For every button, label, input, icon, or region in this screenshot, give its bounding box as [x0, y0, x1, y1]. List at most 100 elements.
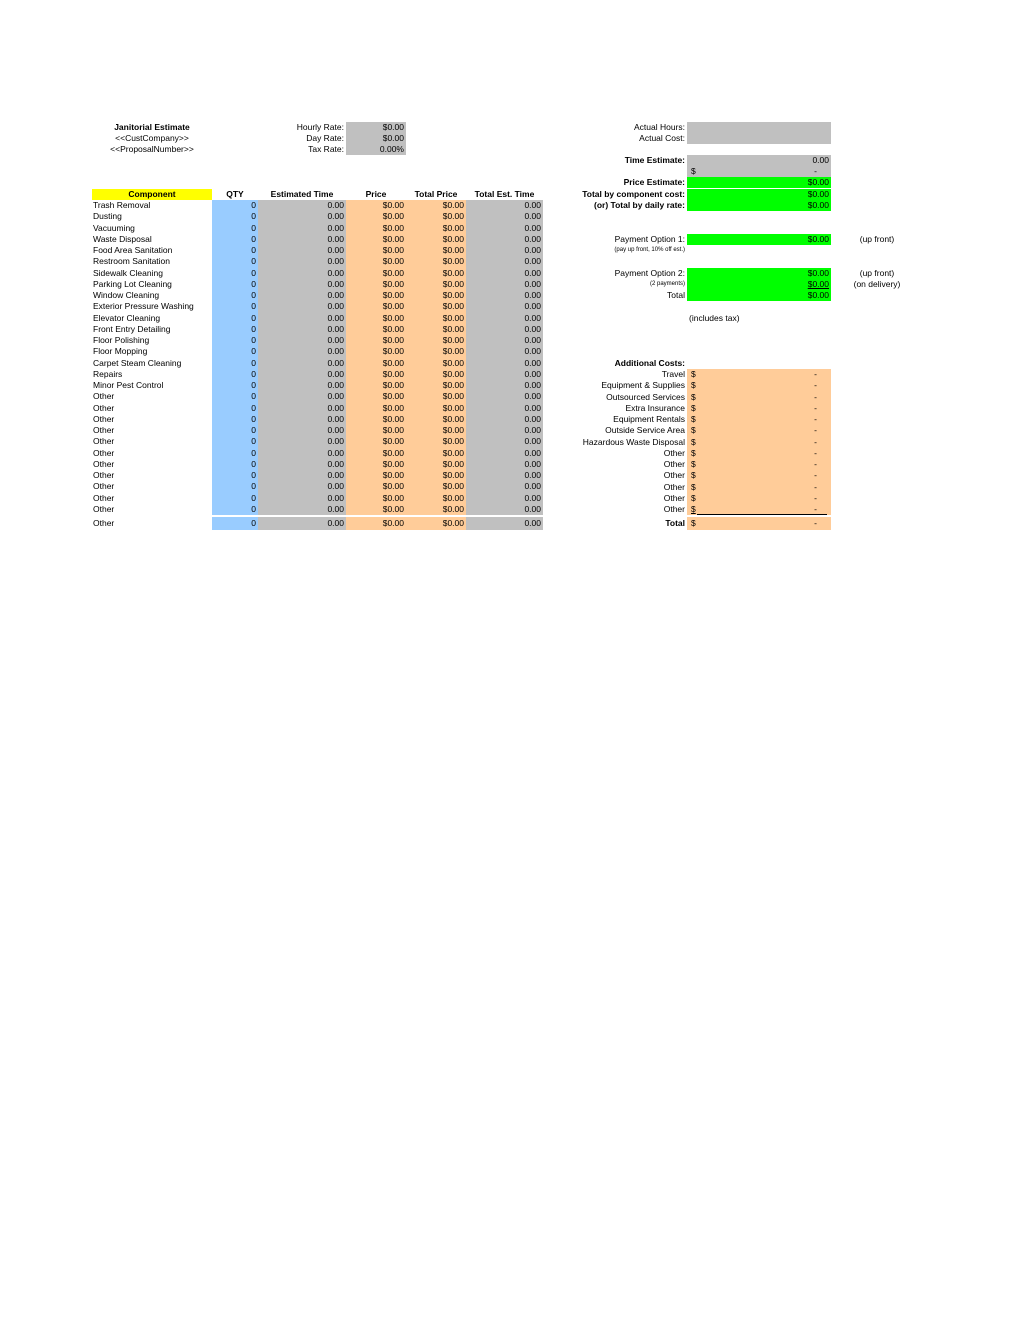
price[interactable]: $0.00	[346, 346, 406, 358]
price[interactable]: $0.00	[346, 368, 406, 380]
qty-input[interactable]: 0	[212, 267, 258, 279]
estimated-time[interactable]: 0.00	[258, 380, 346, 392]
additional-cost-input[interactable]: $ -	[687, 436, 831, 448]
qty-input[interactable]: 0	[212, 222, 258, 234]
additional-cost-input[interactable]: $ -	[687, 481, 831, 493]
additional-cost-input[interactable]: $ -	[687, 414, 831, 426]
additional-cost-input[interactable]: $ -	[687, 492, 831, 504]
additional-cost-input[interactable]: $ -	[687, 447, 831, 459]
additional-cost-input[interactable]: $ -	[687, 380, 831, 392]
qty-input[interactable]: 0	[212, 278, 258, 290]
day-rate-value[interactable]: $0.00	[346, 133, 406, 144]
price[interactable]: $0.00	[346, 323, 406, 335]
estimated-time[interactable]: 0.00	[258, 211, 346, 223]
estimated-time[interactable]: 0.00	[258, 323, 346, 335]
qty-input[interactable]: 0	[212, 335, 258, 347]
price[interactable]: $0.00	[346, 492, 406, 504]
price[interactable]: $0.00	[346, 200, 406, 212]
price[interactable]: $0.00	[346, 391, 406, 403]
additional-cost-input[interactable]: $ -	[687, 402, 831, 414]
qty-input[interactable]: 0	[212, 211, 258, 223]
qty-input[interactable]: 0	[212, 233, 258, 245]
qty-input[interactable]: 0	[212, 301, 258, 313]
price[interactable]: $0.00	[346, 256, 406, 268]
additional-cost-input[interactable]: $ -	[687, 470, 831, 482]
price[interactable]: $0.00	[346, 335, 406, 347]
qty-input[interactable]: 0	[212, 290, 258, 302]
price[interactable]: $0.00	[346, 516, 406, 530]
price[interactable]: $0.00	[346, 380, 406, 392]
additional-cost-input[interactable]: $ -	[687, 504, 831, 516]
qty-input[interactable]: 0	[212, 402, 258, 414]
qty-input[interactable]: 0	[212, 447, 258, 459]
price[interactable]: $0.00	[346, 436, 406, 448]
estimated-time[interactable]: 0.00	[258, 447, 346, 459]
qty-input[interactable]: 0	[212, 357, 258, 369]
qty-input[interactable]: 0	[212, 323, 258, 335]
qty-input[interactable]: 0	[212, 458, 258, 470]
price[interactable]: $0.00	[346, 425, 406, 437]
hourly-rate-value[interactable]: $0.00	[346, 122, 406, 133]
qty-input[interactable]: 0	[212, 368, 258, 380]
estimated-time[interactable]: 0.00	[258, 413, 346, 425]
qty-input[interactable]: 0	[212, 200, 258, 212]
qty-input[interactable]: 0	[212, 413, 258, 425]
estimated-time[interactable]: 0.00	[258, 458, 346, 470]
qty-input[interactable]: 0	[212, 470, 258, 482]
estimated-time[interactable]: 0.00	[258, 470, 346, 482]
qty-input[interactable]: 0	[212, 346, 258, 358]
estimated-time[interactable]: 0.00	[258, 357, 346, 369]
qty-input[interactable]: 0	[212, 516, 258, 530]
price[interactable]: $0.00	[346, 481, 406, 493]
price[interactable]: $0.00	[346, 245, 406, 257]
price[interactable]: $0.00	[346, 211, 406, 223]
additional-cost-input[interactable]: $ -	[687, 369, 831, 381]
qty-input[interactable]: 0	[212, 380, 258, 392]
estimated-time[interactable]: 0.00	[258, 503, 346, 515]
estimated-time[interactable]: 0.00	[258, 436, 346, 448]
price[interactable]: $0.00	[346, 413, 406, 425]
price[interactable]: $0.00	[346, 312, 406, 324]
price[interactable]: $0.00	[346, 267, 406, 279]
additional-cost-input[interactable]: $ -	[687, 391, 831, 403]
price[interactable]: $0.00	[346, 290, 406, 302]
tax-rate-value[interactable]: 0.00%	[346, 144, 406, 155]
estimated-time[interactable]: 0.00	[258, 301, 346, 313]
qty-input[interactable]: 0	[212, 492, 258, 504]
price[interactable]: $0.00	[346, 233, 406, 245]
estimated-time[interactable]: 0.00	[258, 200, 346, 212]
price[interactable]: $0.00	[346, 402, 406, 414]
estimated-time[interactable]: 0.00	[258, 402, 346, 414]
estimated-time[interactable]: 0.00	[258, 481, 346, 493]
estimated-time[interactable]: 0.00	[258, 290, 346, 302]
estimated-time[interactable]: 0.00	[258, 346, 346, 358]
estimated-time[interactable]: 0.00	[258, 233, 346, 245]
estimated-time[interactable]: 0.00	[258, 245, 346, 257]
qty-input[interactable]: 0	[212, 312, 258, 324]
qty-input[interactable]: 0	[212, 503, 258, 515]
estimated-time[interactable]: 0.00	[258, 516, 346, 530]
price[interactable]: $0.00	[346, 447, 406, 459]
price[interactable]: $0.00	[346, 278, 406, 290]
qty-input[interactable]: 0	[212, 425, 258, 437]
qty-input[interactable]: 0	[212, 245, 258, 257]
qty-input[interactable]: 0	[212, 436, 258, 448]
estimated-time[interactable]: 0.00	[258, 391, 346, 403]
actual-cost-value[interactable]	[687, 133, 831, 144]
actual-hours-value[interactable]	[687, 122, 831, 133]
estimated-time[interactable]: 0.00	[258, 256, 346, 268]
price[interactable]: $0.00	[346, 222, 406, 234]
qty-input[interactable]: 0	[212, 256, 258, 268]
price[interactable]: $0.00	[346, 470, 406, 482]
estimated-time[interactable]: 0.00	[258, 425, 346, 437]
price[interactable]: $0.00	[346, 503, 406, 515]
price[interactable]: $0.00	[346, 301, 406, 313]
qty-input[interactable]: 0	[212, 391, 258, 403]
estimated-time[interactable]: 0.00	[258, 222, 346, 234]
estimated-time[interactable]: 0.00	[258, 368, 346, 380]
price[interactable]: $0.00	[346, 357, 406, 369]
additional-cost-input[interactable]: $ -	[687, 425, 831, 437]
estimated-time[interactable]: 0.00	[258, 267, 346, 279]
estimated-time[interactable]: 0.00	[258, 278, 346, 290]
estimated-time[interactable]: 0.00	[258, 335, 346, 347]
